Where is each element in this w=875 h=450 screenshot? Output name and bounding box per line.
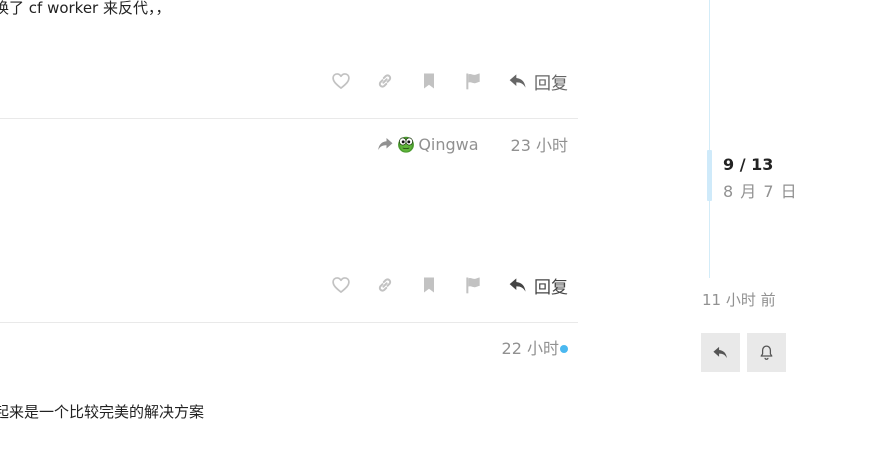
post-divider (0, 322, 578, 323)
flag-button[interactable] (458, 270, 488, 300)
timeline-scroll-handle[interactable] (707, 150, 712, 201)
avatar (398, 136, 415, 153)
flag-icon (466, 277, 480, 294)
copy-link-button[interactable] (370, 66, 400, 96)
reply-to-tab[interactable]: Qingwa (376, 134, 479, 154)
like-button[interactable] (326, 66, 356, 96)
post-date[interactable]: 23 小时 (511, 132, 568, 156)
post-actions: 回复 (312, 66, 568, 96)
copy-link-button[interactable] (370, 270, 400, 300)
reply-icon (509, 74, 526, 88)
reply-to-username: Qingwa (418, 134, 479, 154)
flag-icon (466, 73, 480, 90)
bookmark-button[interactable] (414, 66, 444, 96)
topic-page: 换了 cf worker 来反代，， 回复 Qingwa 23 小时 回复 22… (0, 0, 875, 450)
reply-button[interactable]: 回复 (508, 69, 568, 94)
post-meta: Qingwa 23 小时 (376, 130, 568, 158)
post-divider (0, 118, 578, 119)
timeline-last-post-date[interactable]: 11 小时 前 (702, 289, 776, 310)
reply-icon (713, 346, 727, 359)
timeline-scroll-track[interactable] (709, 0, 710, 278)
heart-icon (332, 277, 350, 293)
flag-button[interactable] (458, 66, 488, 96)
timeline-post-date: 8 月 7 日 (723, 182, 798, 201)
link-icon (378, 278, 392, 292)
post-actions: 回复 (312, 270, 568, 300)
post-body-text: 起来是一个比较完美的解决方案 (0, 403, 205, 421)
notification-level-button[interactable] (747, 333, 786, 372)
bookmark-button[interactable] (414, 270, 444, 300)
reply-label: 回复 (534, 277, 568, 298)
reply-icon (509, 278, 526, 292)
bookmark-icon (424, 73, 434, 89)
share-arrow-icon (378, 138, 393, 150)
post-meta: 22 小时 (502, 334, 568, 360)
post-date[interactable]: 22 小时 (502, 335, 559, 359)
topic-reply-button[interactable] (701, 333, 740, 372)
link-icon (378, 74, 392, 88)
like-button[interactable] (326, 270, 356, 300)
timeline-post-counter: 9 / 13 (723, 155, 774, 174)
reply-button[interactable]: 回复 (508, 273, 568, 298)
heart-icon (332, 73, 350, 89)
bell-icon (760, 345, 773, 360)
reply-label: 回复 (534, 73, 568, 94)
unread-indicator (560, 344, 568, 353)
bookmark-icon (424, 277, 434, 293)
post-body-text: 换了 cf worker 来反代，， (0, 0, 171, 17)
